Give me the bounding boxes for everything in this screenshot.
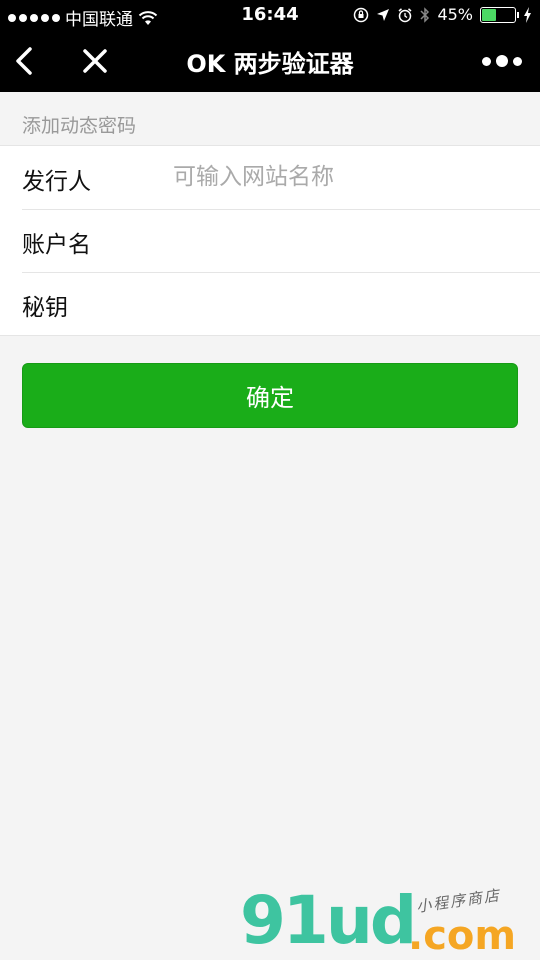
account-row: 账户名 [0, 209, 540, 272]
battery-percent: 45% [437, 5, 473, 24]
bluetooth-icon [420, 6, 430, 23]
secret-key-input[interactable] [173, 282, 513, 324]
status-right: 45% [353, 5, 532, 24]
issuer-row: 发行人 [0, 146, 540, 209]
confirm-button[interactable]: 确定 [22, 363, 518, 428]
watermark-brand: 91ud [240, 882, 417, 959]
charging-bolt-icon [524, 6, 531, 23]
secret-key-label: 秘钥 [22, 295, 68, 321]
battery-level-fill [482, 8, 496, 21]
status-bar: 中国联通 16:44 45% [0, 0, 540, 30]
account-label: 账户名 [22, 232, 91, 258]
orientation-lock-icon [354, 7, 369, 22]
watermark-tagline: 小程序商店 [415, 886, 502, 916]
section-title: 添加动态密码 [22, 115, 137, 137]
more-dots-icon[interactable] [482, 52, 522, 70]
location-arrow-icon [377, 8, 390, 21]
issuer-label: 发行人 [22, 169, 91, 195]
otp-form: 发行人 账户名 秘钥 [0, 145, 540, 336]
battery-icon [480, 6, 519, 23]
alarm-clock-icon [398, 7, 412, 22]
secret-key-row: 秘钥 [0, 272, 540, 335]
nav-bar: OK 两步验证器 [0, 30, 540, 92]
account-input[interactable] [173, 219, 513, 261]
issuer-input[interactable] [173, 156, 513, 198]
watermark-logo: 91ud .com 小程序商店 [240, 880, 540, 960]
page-title: OK 两步验证器 [186, 50, 354, 78]
watermark-domain: .com [408, 913, 517, 959]
